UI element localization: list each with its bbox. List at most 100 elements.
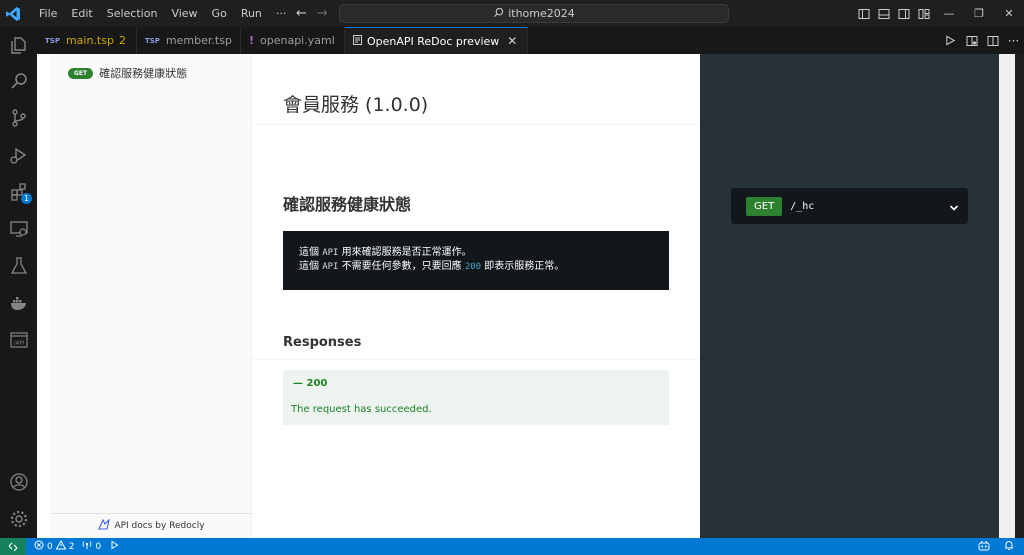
sidebar-item-health-check[interactable]: GET 確認服務健康狀態 bbox=[68, 65, 187, 81]
tab-label: member.tsp bbox=[165, 34, 232, 47]
scrollbar-thumb[interactable] bbox=[999, 54, 1015, 538]
forward-arrow-icon[interactable]: → bbox=[317, 6, 328, 21]
tab-openapi-yaml[interactable]: ! openapi.yaml bbox=[241, 27, 345, 54]
menu-go[interactable]: Go bbox=[205, 0, 234, 27]
operation-title: 確認服務健康狀態 bbox=[283, 195, 412, 214]
open-preview-icon[interactable] bbox=[961, 27, 982, 54]
back-arrow-icon[interactable]: ← bbox=[296, 6, 307, 21]
navigation-arrows: ← → bbox=[296, 0, 328, 27]
search-icon bbox=[493, 7, 504, 21]
broadcast-icon bbox=[82, 540, 92, 553]
redoc-content: 會員服務 (1.0.0) 確認服務健康狀態 這個 API 用來確認服務是否正常運… bbox=[252, 54, 700, 538]
menu-file[interactable]: File bbox=[32, 0, 64, 27]
warning-count: 2 bbox=[68, 541, 75, 552]
api-icon[interactable]: /API bbox=[0, 322, 37, 358]
warning-icon bbox=[55, 539, 67, 553]
debug-icon bbox=[109, 540, 119, 553]
api-title: 會員服務 (1.0.0) bbox=[283, 94, 429, 116]
menu-more[interactable]: ··· bbox=[269, 0, 294, 27]
footer-label: API docs by Redocly bbox=[114, 521, 205, 531]
minimize-icon[interactable]: — bbox=[934, 0, 964, 27]
ports-indicator[interactable]: 0 bbox=[82, 540, 101, 553]
error-icon bbox=[34, 540, 44, 553]
section-divider bbox=[252, 124, 700, 125]
run-debug-icon[interactable] bbox=[0, 137, 37, 173]
operation-description: 這個 API 用來確認服務是否正常運作。 這個 API 不需要任何參數，只要回應… bbox=[283, 231, 669, 290]
remote-explorer-icon[interactable] bbox=[0, 211, 37, 247]
tab-label: openapi.yaml bbox=[260, 34, 335, 47]
error-count: 0 bbox=[47, 541, 53, 552]
menu-edit[interactable]: Edit bbox=[64, 0, 99, 27]
menu-view[interactable]: View bbox=[164, 0, 204, 27]
responses-heading: Responses bbox=[283, 335, 362, 350]
docker-icon[interactable] bbox=[0, 285, 37, 321]
endpoint-dropdown[interactable]: GET /_hc bbox=[731, 188, 968, 224]
redoc-right-panel: GET /_hc bbox=[700, 54, 999, 538]
editor-actions: ··· bbox=[940, 27, 1024, 54]
accounts-icon[interactable] bbox=[0, 464, 37, 500]
status-bar: 0 2 0 bbox=[0, 538, 1024, 555]
split-editor-icon[interactable] bbox=[982, 27, 1003, 54]
yaml-file-icon: ! bbox=[248, 34, 254, 47]
endpoint-path: /_hc bbox=[790, 200, 815, 212]
toggle-secondary-sidebar-icon[interactable] bbox=[894, 0, 914, 27]
more-actions-icon[interactable]: ··· bbox=[1003, 27, 1024, 54]
svg-text:/API: /API bbox=[13, 341, 24, 347]
problems-indicator[interactable]: 0 2 bbox=[34, 539, 75, 553]
menu-run[interactable]: Run bbox=[234, 0, 269, 27]
response-200[interactable]: — 200 The request has succeeded. bbox=[283, 370, 669, 425]
close-window-icon[interactable]: ✕ bbox=[994, 0, 1024, 27]
vscode-logo-icon bbox=[0, 0, 26, 27]
description-line: 這個 API 不需要任何參數，只要回應 200 即表示服務正常。 bbox=[299, 261, 565, 272]
tab-label: OpenAPI ReDoc preview bbox=[366, 34, 500, 48]
chevron-down-icon bbox=[948, 199, 960, 218]
copilot-icon[interactable] bbox=[978, 540, 990, 554]
remote-indicator-icon[interactable] bbox=[0, 538, 26, 555]
toggle-primary-sidebar-icon[interactable] bbox=[854, 0, 874, 27]
response-description: The request has succeeded. bbox=[291, 404, 432, 415]
redoc-preview: GET 確認服務健康狀態 API docs by Redocly 會員服務 (1… bbox=[37, 54, 999, 538]
restore-icon[interactable]: ❐ bbox=[964, 0, 994, 27]
get-method-badge: GET bbox=[68, 67, 94, 79]
source-control-icon[interactable] bbox=[0, 100, 37, 136]
description-line: 這個 API 用來確認服務是否正常運作。 bbox=[299, 247, 472, 258]
menu-selection[interactable]: Selection bbox=[100, 0, 165, 27]
section-divider bbox=[252, 359, 700, 360]
testing-flask-icon[interactable] bbox=[0, 248, 37, 284]
get-method-badge: GET bbox=[746, 196, 783, 216]
extensions-badge: 1 bbox=[21, 193, 32, 204]
explorer-icon[interactable] bbox=[0, 27, 37, 63]
editor-scrollbar[interactable] bbox=[999, 54, 1024, 538]
redocly-logo-icon bbox=[98, 518, 111, 533]
sidebar-item-label: 確認服務健康狀態 bbox=[99, 67, 188, 80]
preview-file-icon bbox=[352, 34, 362, 48]
response-code: — 200 bbox=[293, 378, 328, 389]
menu-bar: File Edit Selection View Go Run ··· bbox=[32, 0, 293, 27]
redocly-footer[interactable]: API docs by Redocly bbox=[51, 513, 252, 538]
extensions-icon[interactable]: 1 bbox=[0, 174, 37, 210]
status-bar-right bbox=[978, 538, 1014, 555]
tab-problem-count: 2 bbox=[118, 34, 126, 47]
notifications-bell-icon[interactable] bbox=[1004, 540, 1014, 554]
tab-label: main.tsp bbox=[65, 34, 114, 47]
tab-main-tsp[interactable]: TSP main.tsp 2 bbox=[37, 27, 137, 54]
settings-gear-icon[interactable] bbox=[0, 501, 37, 537]
editor-tab-bar: TSP main.tsp 2 TSP member.tsp ! openapi.… bbox=[37, 27, 1024, 54]
run-icon[interactable] bbox=[940, 27, 961, 54]
tab-redoc-preview[interactable]: OpenAPI ReDoc preview ✕ bbox=[344, 27, 529, 54]
workspace-name: ithome2024 bbox=[508, 7, 575, 20]
command-center[interactable]: ithome2024 bbox=[339, 4, 729, 23]
layout-controls: — ❐ ✕ bbox=[854, 0, 1024, 27]
tab-member-tsp[interactable]: TSP member.tsp bbox=[137, 27, 241, 54]
close-icon[interactable]: ✕ bbox=[507, 34, 517, 48]
ports-count: 0 bbox=[95, 541, 102, 552]
debug-launch-indicator[interactable] bbox=[109, 540, 119, 553]
toggle-panel-icon[interactable] bbox=[874, 0, 894, 27]
title-bar: File Edit Selection View Go Run ··· ← → … bbox=[0, 0, 1024, 27]
customize-layout-icon[interactable] bbox=[914, 0, 934, 27]
redoc-sidebar: GET 確認服務健康狀態 API docs by Redocly bbox=[51, 54, 252, 538]
search-sidebar-icon[interactable] bbox=[0, 63, 37, 99]
activity-bar: 1 /API bbox=[0, 27, 37, 538]
tsp-file-icon: TSP bbox=[144, 36, 160, 45]
tsp-file-icon: TSP bbox=[45, 36, 60, 45]
